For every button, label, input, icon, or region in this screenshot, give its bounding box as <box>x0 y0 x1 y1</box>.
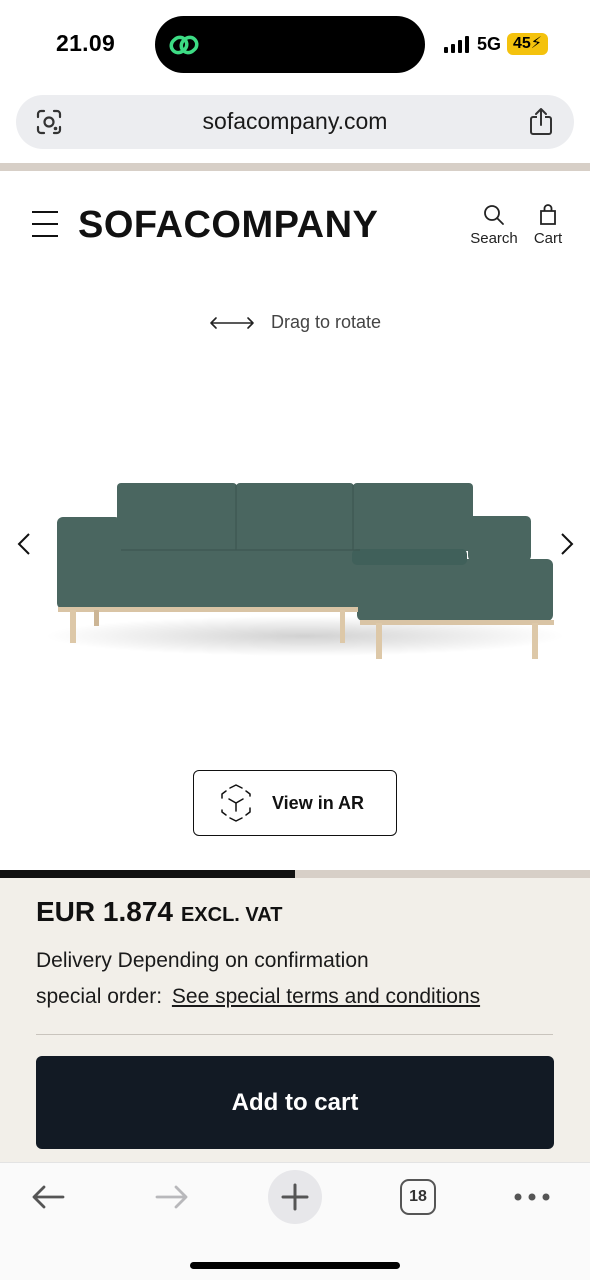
tab-count: 18 <box>400 1179 436 1215</box>
url-text[interactable]: sofacompany.com <box>16 108 574 135</box>
battery-level: 45 <box>512 35 531 52</box>
arrow-right-icon <box>155 1185 188 1209</box>
double-arrow-icon <box>210 316 254 329</box>
image-progress-fill <box>0 870 295 878</box>
more-options-button[interactable] <box>510 1173 554 1221</box>
home-indicator <box>190 1262 400 1269</box>
cart-label: Cart <box>533 230 563 247</box>
back-button[interactable] <box>26 1173 70 1221</box>
cart-button[interactable]: Cart <box>529 204 567 247</box>
image-progress-track <box>0 870 590 878</box>
new-tab-button[interactable] <box>268 1170 322 1224</box>
rotate-hint: Drag to rotate <box>0 312 590 333</box>
search-label: Search <box>470 230 518 247</box>
sofa-3d-view[interactable] <box>30 470 570 670</box>
status-indicators: 5G 45⚡ <box>443 33 548 55</box>
site-header: SOFACOMPANY Search Cart <box>0 171 590 281</box>
linked-rings-app-icon <box>169 35 199 55</box>
search-button[interactable]: Search <box>468 204 520 247</box>
share-icon[interactable] <box>528 106 554 136</box>
hamburger-menu-icon[interactable] <box>32 211 58 239</box>
plus-icon <box>281 1183 309 1211</box>
product-price: EUR 1.874 <box>36 896 173 927</box>
shopping-bag-icon <box>540 204 556 225</box>
ar-cube-icon <box>221 784 251 822</box>
charging-icon: ⚡ <box>530 35 542 52</box>
network-type: 5G <box>476 33 501 54</box>
rotate-hint-text: Drag to rotate <box>270 312 382 332</box>
address-bar[interactable]: sofacompany.com <box>16 95 574 149</box>
browser-toolbar: 18 <box>0 1162 590 1280</box>
delivery-info: Delivery Depending on confirmation <box>36 949 369 972</box>
price-line: EUR 1.874 EXCL. VAT <box>36 896 282 928</box>
status-bar: 21.09 5G 45⚡ <box>0 0 590 92</box>
product-info-panel: EUR 1.874 EXCL. VAT Delivery Depending o… <box>0 870 590 1162</box>
more-dots-icon <box>514 1193 550 1201</box>
forward-button[interactable] <box>150 1173 194 1221</box>
add-to-cart-button[interactable]: Add to cart <box>36 1056 554 1149</box>
view-in-ar-button[interactable]: View in AR <box>193 770 397 836</box>
site-logo[interactable]: SOFACOMPANY <box>78 204 378 247</box>
header-divider <box>0 163 590 171</box>
vat-note: EXCL. VAT <box>180 904 283 926</box>
chevron-left-icon <box>17 533 30 555</box>
special-terms-link[interactable]: See special terms and conditions <box>172 985 480 1008</box>
search-icon <box>484 205 504 225</box>
panel-divider <box>36 1034 553 1035</box>
special-order-label: special order: <box>36 985 163 1008</box>
arrow-left-icon <box>32 1185 65 1209</box>
status-time: 21.09 <box>56 30 116 56</box>
battery-badge: 45⚡ <box>506 33 548 55</box>
special-order-line: special order: See special terms and con… <box>36 985 480 1009</box>
dynamic-island <box>155 16 425 73</box>
tabs-button[interactable]: 18 <box>398 1173 438 1221</box>
view-in-ar-label: View in AR <box>272 792 365 813</box>
signal-strength-icon <box>443 35 469 53</box>
